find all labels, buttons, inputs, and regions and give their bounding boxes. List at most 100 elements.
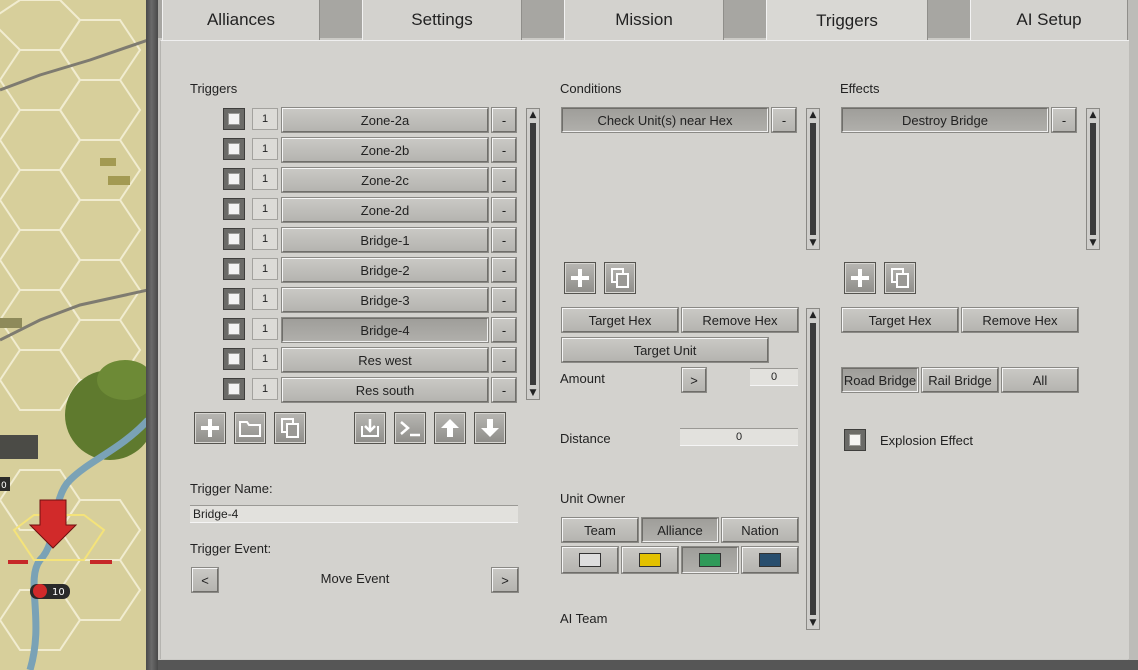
scroll-track[interactable] — [810, 323, 816, 615]
bridge-option-0[interactable]: Road Bridge — [842, 368, 918, 392]
remove-trigger-button[interactable]: - — [492, 348, 516, 372]
trigger-count[interactable]: 1 — [252, 288, 278, 310]
condition-item[interactable]: Check Unit(s) near Hex — [562, 108, 768, 132]
trigger-count[interactable]: 1 — [252, 108, 278, 130]
condition-remove-hex-button[interactable]: Remove Hex — [682, 308, 798, 332]
remove-trigger-button[interactable]: - — [492, 168, 516, 192]
distance-input[interactable]: 0 — [680, 428, 798, 446]
tab-alliances[interactable]: Alliances — [162, 0, 320, 40]
scroll-down-icon[interactable]: ▼ — [808, 238, 818, 248]
trigger-item[interactable]: Bridge-2 — [282, 258, 488, 282]
amount-arrow-button[interactable]: > — [682, 368, 706, 392]
trigger-count[interactable]: 1 — [252, 138, 278, 160]
tab-mission[interactable]: Mission — [564, 0, 724, 40]
trigger-item[interactable]: Res south — [282, 378, 488, 402]
scroll-track[interactable] — [530, 123, 536, 385]
add-condition-button[interactable] — [564, 262, 596, 294]
trigger-enable-checkbox[interactable] — [223, 288, 245, 310]
trigger-enable-checkbox[interactable] — [223, 318, 245, 340]
remove-trigger-button[interactable]: - — [492, 198, 516, 222]
trigger-count[interactable]: 1 — [252, 228, 278, 250]
trigger-count[interactable]: 1 — [252, 258, 278, 280]
move-trigger-down-button[interactable] — [474, 412, 506, 444]
effect-remove-hex-button[interactable]: Remove Hex — [962, 308, 1078, 332]
owner-option-2[interactable]: Nation — [722, 518, 798, 542]
tab-triggers[interactable]: Triggers — [766, 0, 928, 42]
copy-condition-button[interactable] — [604, 262, 636, 294]
remove-trigger-button[interactable]: - — [492, 318, 516, 342]
scroll-track[interactable] — [810, 123, 816, 235]
scroll-down-icon[interactable]: ▼ — [808, 618, 818, 628]
trigger-enable-checkbox[interactable] — [223, 168, 245, 190]
trigger-count[interactable]: 1 — [252, 378, 278, 400]
triggers-scrollbar[interactable]: ▲ ▼ — [526, 108, 540, 400]
effect-item[interactable]: Destroy Bridge — [842, 108, 1048, 132]
owner-color-1[interactable] — [622, 547, 678, 573]
event-prev-button[interactable]: < — [192, 568, 218, 592]
trigger-count[interactable]: 1 — [252, 348, 278, 370]
effect-target-hex-button[interactable]: Target Hex — [842, 308, 958, 332]
trigger-item[interactable]: Zone-2a — [282, 108, 488, 132]
owner-color-0[interactable] — [562, 547, 618, 573]
trigger-enable-checkbox[interactable] — [223, 138, 245, 160]
script-trigger-button[interactable] — [394, 412, 426, 444]
trigger-item[interactable]: Bridge-1 — [282, 228, 488, 252]
import-trigger-button[interactable] — [354, 412, 386, 444]
scroll-down-icon[interactable]: ▼ — [528, 388, 538, 398]
remove-trigger-button[interactable]: - — [492, 258, 516, 282]
remove-trigger-button[interactable]: - — [492, 138, 516, 162]
trigger-item[interactable]: Zone-2d — [282, 198, 488, 222]
add-effect-button[interactable] — [844, 262, 876, 294]
amount-input[interactable]: 0 — [750, 368, 798, 386]
trigger-name-input[interactable]: Bridge-4 — [190, 505, 518, 523]
trigger-enable-checkbox[interactable] — [223, 348, 245, 370]
remove-condition-button[interactable]: - — [772, 108, 796, 132]
scroll-up-icon[interactable]: ▲ — [808, 110, 818, 120]
owner-color-3[interactable] — [742, 547, 798, 573]
tab-ai-setup[interactable]: AI Setup — [970, 0, 1128, 40]
owner-option-0[interactable]: Team — [562, 518, 638, 542]
remove-trigger-button[interactable]: - — [492, 228, 516, 252]
target-unit-button[interactable]: Target Unit — [562, 338, 768, 362]
trigger-count[interactable]: 1 — [252, 198, 278, 220]
trigger-count[interactable]: 1 — [252, 318, 278, 340]
effects-scrollbar[interactable]: ▲ ▼ — [1086, 108, 1100, 250]
open-trigger-button[interactable] — [234, 412, 266, 444]
map-view[interactable]: 10 0 — [0, 0, 148, 670]
owner-color-2[interactable] — [682, 547, 738, 573]
move-trigger-up-button[interactable] — [434, 412, 466, 444]
arrow-up-icon — [441, 419, 459, 437]
owner-option-1[interactable]: Alliance — [642, 518, 718, 542]
trigger-item[interactable]: Zone-2b — [282, 138, 488, 162]
remove-effect-button[interactable]: - — [1052, 108, 1076, 132]
add-trigger-button[interactable] — [194, 412, 226, 444]
trigger-count[interactable]: 1 — [252, 168, 278, 190]
scroll-up-icon[interactable]: ▲ — [808, 310, 818, 320]
bridge-option-1[interactable]: Rail Bridge — [922, 368, 998, 392]
scroll-up-icon[interactable]: ▲ — [528, 110, 538, 120]
condition-target-hex-button[interactable]: Target Hex — [562, 308, 678, 332]
trigger-enable-checkbox[interactable] — [223, 228, 245, 250]
event-next-button[interactable]: > — [492, 568, 518, 592]
tab-settings[interactable]: Settings — [362, 0, 522, 40]
remove-trigger-button[interactable]: - — [492, 288, 516, 312]
scroll-track[interactable] — [1090, 123, 1096, 235]
explosion-effect-checkbox[interactable] — [844, 429, 866, 451]
trigger-item[interactable]: Res west — [282, 348, 488, 372]
trigger-item[interactable]: Bridge-4 — [282, 318, 488, 342]
trigger-enable-checkbox[interactable] — [223, 258, 245, 280]
scroll-up-icon[interactable]: ▲ — [1088, 110, 1098, 120]
bridge-option-2[interactable]: All — [1002, 368, 1078, 392]
copy-trigger-button[interactable] — [274, 412, 306, 444]
trigger-enable-checkbox[interactable] — [223, 378, 245, 400]
trigger-enable-checkbox[interactable] — [223, 108, 245, 130]
trigger-item[interactable]: Zone-2c — [282, 168, 488, 192]
remove-trigger-button[interactable]: - — [492, 108, 516, 132]
trigger-enable-checkbox[interactable] — [223, 198, 245, 220]
conditions-scrollbar[interactable]: ▲ ▼ — [806, 108, 820, 250]
trigger-item[interactable]: Bridge-3 — [282, 288, 488, 312]
copy-effect-button[interactable] — [884, 262, 916, 294]
scroll-down-icon[interactable]: ▼ — [1088, 238, 1098, 248]
remove-trigger-button[interactable]: - — [492, 378, 516, 402]
condition-details-scrollbar[interactable]: ▲ ▼ — [806, 308, 820, 630]
